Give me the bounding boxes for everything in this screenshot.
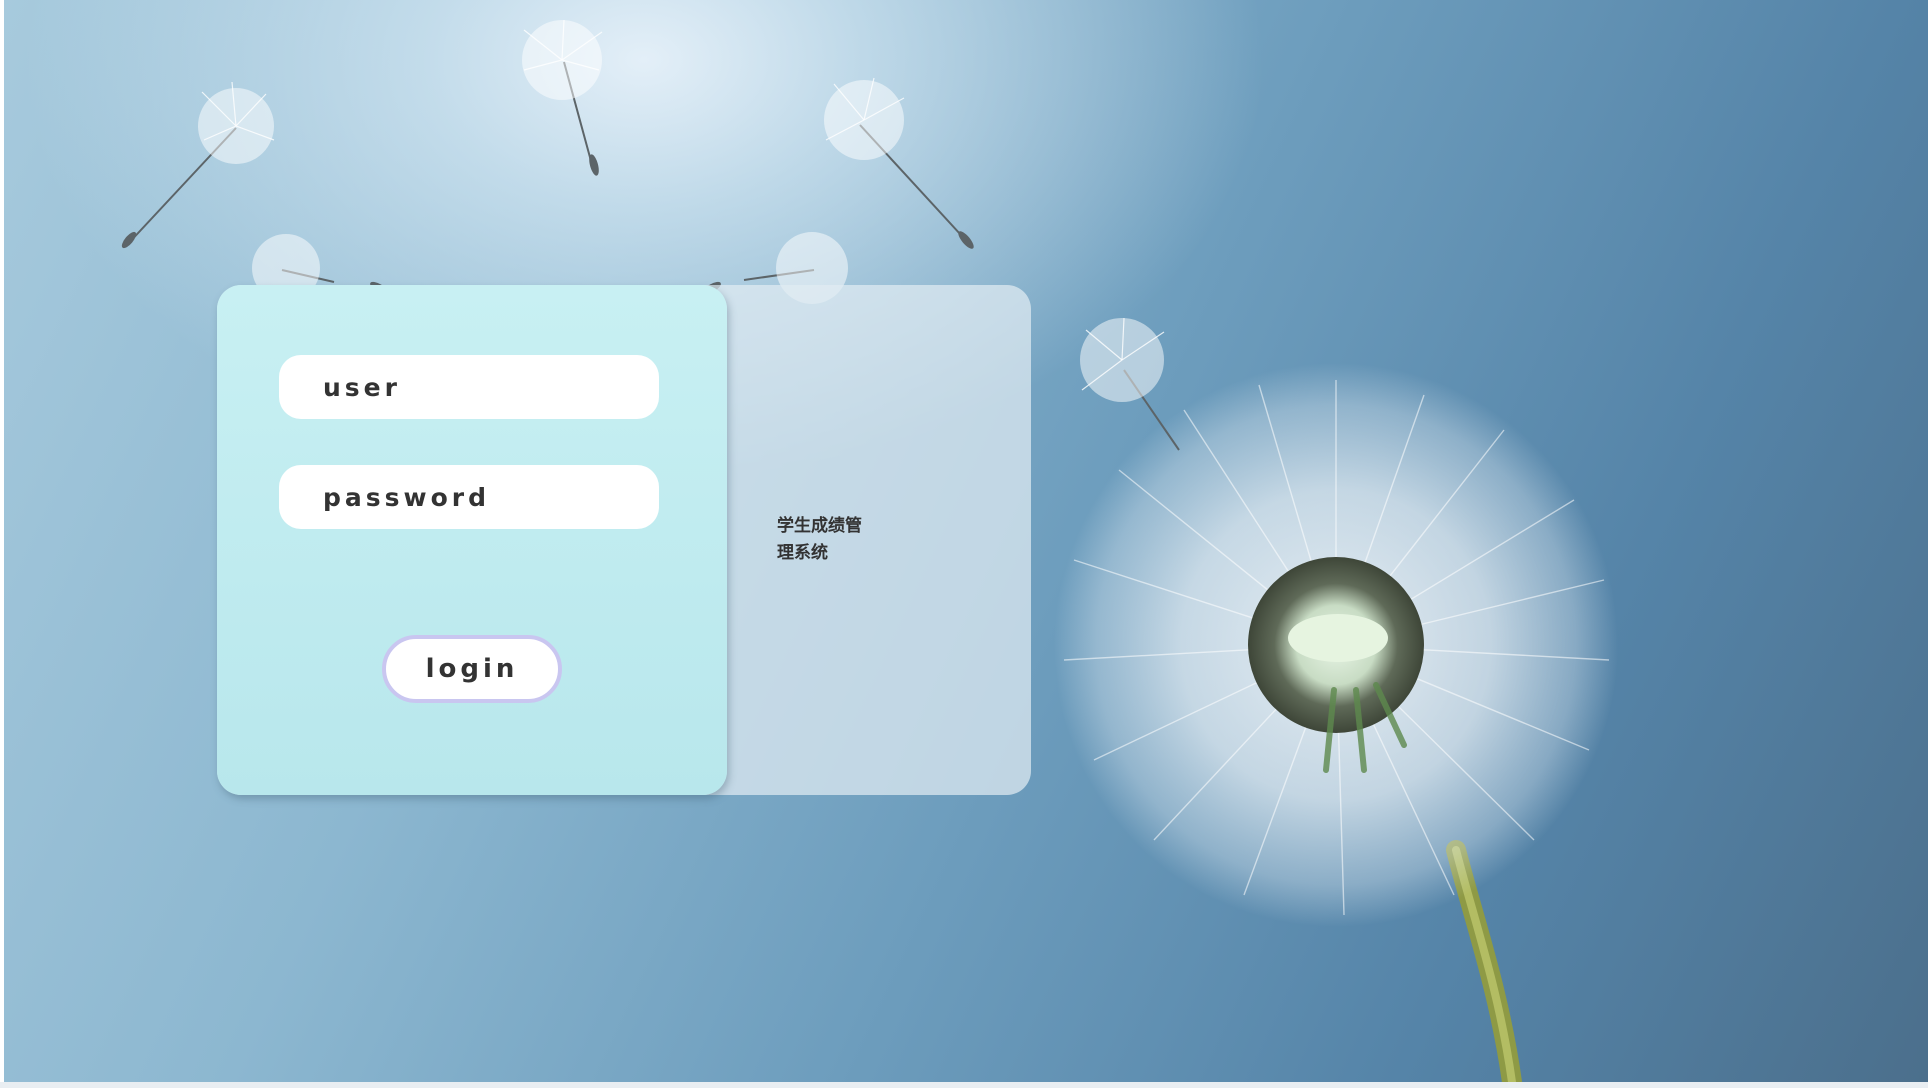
password-input[interactable] <box>279 465 659 529</box>
background-scene: 学生成绩管理系统 login <box>4 0 1928 1082</box>
login-form: login <box>217 285 727 795</box>
username-input[interactable] <box>279 355 659 419</box>
system-title: 学生成绩管理系统 <box>777 516 862 563</box>
bottom-border <box>0 1082 1928 1088</box>
login-button[interactable]: login <box>382 635 562 703</box>
